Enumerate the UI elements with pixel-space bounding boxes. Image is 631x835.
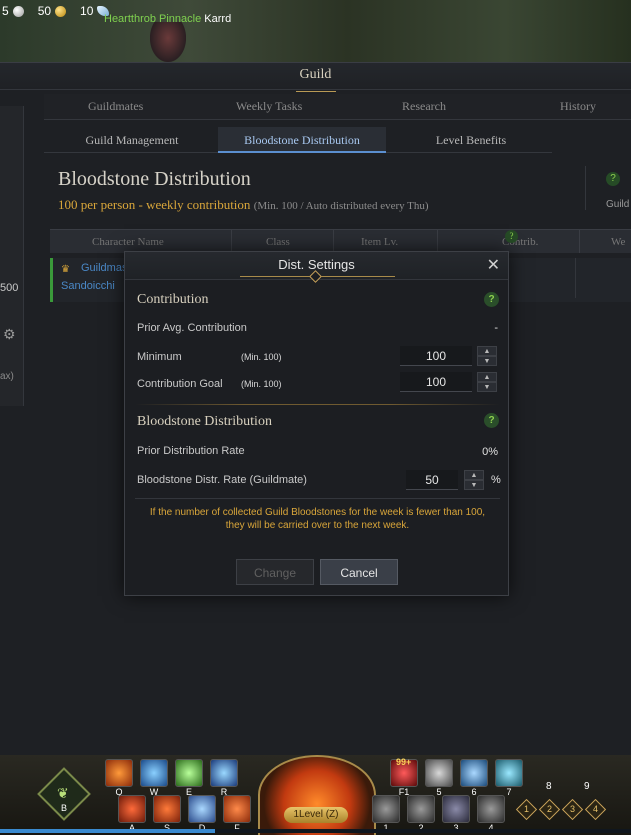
experience-bar [0, 829, 631, 833]
currency-bar: 5 50 10 [0, 2, 110, 20]
leaf-icon: ❦ [57, 785, 69, 801]
member-role: Guildmas [81, 262, 128, 274]
item-slot-6[interactable]: 6 [460, 759, 488, 797]
chevron-up-icon[interactable]: ▲ [464, 470, 484, 480]
contribution-goal-hint: (Min. 100) [241, 379, 282, 389]
subtab-level-benefits[interactable]: Level Benefits [406, 127, 536, 153]
slot-key-9: 9 [584, 781, 590, 792]
skill-slot-a[interactable]: A [118, 795, 146, 833]
gold-coin-icon [55, 5, 67, 17]
gear-icon[interactable]: ⚙ [3, 326, 16, 343]
distr-rate-label: Bloodstone Distr. Rate (Guildmate) [137, 474, 307, 486]
help-icon[interactable]: ? [484, 413, 499, 428]
cancel-button[interactable]: Cancel [320, 559, 398, 585]
guild-management-subtabs: Guild Management Bloodstone Distribution… [44, 127, 552, 153]
chevron-down-icon[interactable]: ▼ [464, 480, 484, 490]
silver-coin-icon [12, 5, 24, 17]
chevron-down-icon[interactable]: ▼ [477, 356, 497, 366]
tab-guildmates[interactable]: Guildmates [88, 94, 143, 118]
carryover-warning: If the number of collected Guild Bloodst… [149, 507, 486, 531]
dialog-header: Dist. Settings ✕ [125, 252, 508, 283]
distr-rate-input[interactable]: 50 [406, 470, 458, 490]
contribution-goal-stepper[interactable]: ▲ ▼ [477, 372, 497, 392]
chevron-up-icon[interactable]: ▲ [477, 372, 497, 382]
contribution-section-title: Contribution [137, 292, 209, 307]
help-icon[interactable]: ? [606, 172, 620, 186]
divider [135, 498, 500, 499]
crown-icon: ♛ [61, 264, 70, 275]
item-slot-7[interactable]: 7 [495, 759, 523, 797]
minimum-input[interactable]: 100 [400, 346, 472, 366]
item-slot-4[interactable]: 4 [477, 795, 505, 833]
weekly-contribution-text: 100 per person - weekly contribution (Mi… [58, 197, 429, 212]
close-icon[interactable]: ✕ [487, 255, 500, 275]
left-panel-value: 500 [0, 282, 19, 294]
percent-unit: % [491, 474, 501, 486]
skill-slot-f[interactable]: F [223, 795, 251, 833]
silver-currency: 5 [2, 4, 24, 18]
chevron-down-icon[interactable]: ▼ [477, 382, 497, 392]
header-ornament [240, 270, 395, 283]
minimum-hint: (Min. 100) [241, 352, 282, 362]
prior-avg-label: Prior Avg. Contribution [137, 322, 247, 334]
contribution-goal-input[interactable]: 100 [400, 372, 472, 392]
column-divider [579, 229, 580, 253]
item-slot-3[interactable]: 3 [442, 795, 470, 833]
member-table-header: Character Name Class Item Lv. Contrib. L… [50, 229, 631, 272]
item-count-badge: 99+ [396, 757, 412, 767]
skill-hotbar: ❦ B Q W E R A S D F 1Level (Z) F1 5 6 7 … [0, 755, 631, 835]
item-slot-5[interactable]: 5 [425, 759, 453, 797]
subtab-bloodstone-distribution[interactable]: Bloodstone Distribution [218, 127, 386, 153]
skill-slot-d[interactable]: D [188, 795, 216, 833]
prior-rate-label: Prior Distribution Rate [137, 445, 245, 457]
prior-avg-value: - [494, 322, 498, 334]
gold-currency: 50 [38, 4, 67, 18]
skill-slot-w[interactable]: W [140, 759, 168, 797]
change-button[interactable]: Change [236, 559, 314, 585]
guild-main-tabs: Guildmates Weekly Tasks Research History [44, 94, 631, 120]
member-name: Sandoicchi [61, 280, 115, 292]
help-icon[interactable]: ? [505, 230, 518, 243]
row-divider [575, 258, 576, 298]
zone-nameplate: Heartthrob Pinnacle Karrd [104, 13, 232, 25]
item-slot-2[interactable]: 2 [407, 795, 435, 833]
col-weekly[interactable]: We [611, 230, 625, 254]
column-divider [231, 229, 232, 253]
title-ornament [296, 84, 336, 92]
column-divider [437, 229, 438, 253]
guild-title: Guild [299, 67, 332, 82]
tab-history[interactable]: History [560, 94, 596, 118]
left-panel-text: ax) [0, 371, 14, 382]
prior-rate-value: 0% [482, 446, 498, 458]
subtab-guild-management[interactable]: Guild Management [62, 127, 202, 153]
item-slot-1[interactable]: 1 [372, 795, 400, 833]
distribution-section-title: Bloodstone Distribution [137, 414, 272, 429]
divider [585, 166, 586, 210]
skill-slot-r[interactable]: R [210, 759, 238, 797]
skill-slot-q[interactable]: Q [105, 759, 133, 797]
minimap-key: B [61, 803, 68, 813]
awakening-orb [258, 755, 376, 835]
chevron-up-icon[interactable]: ▲ [477, 346, 497, 356]
skill-slot-e[interactable]: E [175, 759, 203, 797]
section-divider [135, 404, 500, 405]
level-badge[interactable]: 1Level (Z) [284, 807, 348, 823]
skill-slot-s[interactable]: S [153, 795, 181, 833]
dist-settings-dialog: Dist. Settings ✕ Contribution ? Prior Av… [124, 251, 509, 596]
tab-research[interactable]: Research [402, 94, 446, 118]
experience-fill [0, 829, 215, 833]
distr-rate-stepper[interactable]: ▲ ▼ [464, 470, 484, 490]
right-panel-text: Guild [606, 199, 630, 210]
slot-key-8: 8 [546, 781, 552, 792]
page-title: Bloodstone Distribution [58, 168, 251, 190]
left-side-panel: 500 ⚙ ax) [0, 106, 24, 406]
column-divider [333, 229, 334, 253]
tab-weekly-tasks[interactable]: Weekly Tasks [236, 94, 302, 118]
minimum-label: Minimum [137, 351, 182, 363]
minimum-stepper[interactable]: ▲ ▼ [477, 346, 497, 366]
help-icon[interactable]: ? [484, 292, 499, 307]
player-character [150, 22, 186, 62]
contribution-goal-label: Contribution Goal [137, 378, 223, 390]
